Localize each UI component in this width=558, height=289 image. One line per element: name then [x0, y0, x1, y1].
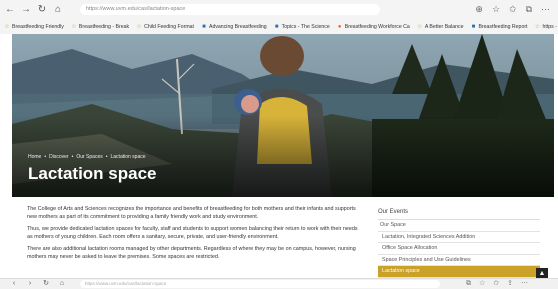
bookmark-item[interactable]: ■ Advancing Breastfeeding — [201, 24, 267, 30]
hero-banner: Home • Discover • Our Spaces • Lactation space… — [12, 34, 554, 197]
body-paragraph: Thus, we provide dedicated lactation spa… — [27, 226, 358, 240]
forward-icon[interactable]: → — [20, 0, 32, 19]
bottom-url-bar[interactable]: https://www.uvm.edu/cas/lactation-space — [80, 280, 440, 288]
bookmark-label: Topics - The Science — [281, 23, 330, 30]
breadcrumb: Home • Discover • Our Spaces • Lactation space — [28, 154, 157, 160]
breadcrumb-separator: • — [71, 154, 74, 160]
favorites-icon-bottom[interactable]: ✩ — [493, 279, 499, 289]
star-icon: ☆ — [534, 23, 541, 30]
bottom-actions: ⧉ ☆ ✩ ⇪ ⋯ — [466, 279, 528, 289]
bookmark-star-icon[interactable]: ☆ — [492, 4, 500, 15]
bookmark-item[interactable]: ● Breastfeeding Workforce Ca — [337, 24, 410, 30]
bookmark-item[interactable]: ☆ A Better Balance — [417, 23, 464, 30]
forward-icon-bottom[interactable]: › — [24, 279, 36, 289]
more-icon[interactable]: ⋯ — [521, 279, 528, 289]
url-bar[interactable]: https://www.uvm.edu/cas/lactation-space — [80, 4, 380, 15]
body-paragraph: There are also additional lactation room… — [27, 246, 356, 260]
star-icon: ☆ — [71, 23, 77, 30]
breadcrumb-separator: • — [105, 154, 108, 160]
bookmark-label: Advancing Breastfeeding — [208, 23, 267, 30]
star-icon: ☆ — [4, 23, 10, 30]
sidebar-heading[interactable]: Our Events — [378, 207, 540, 220]
breadcrumb-link[interactable]: Home — [28, 154, 41, 160]
favorites-icon[interactable]: ✩ — [509, 4, 517, 15]
star-icon[interactable]: ☆ — [479, 279, 485, 289]
page-title: Lactation space — [28, 164, 157, 183]
breadcrumb-separator: • — [44, 154, 47, 160]
bookmark-item[interactable]: ■ Topics - The Science — [274, 24, 330, 30]
zoom-icon[interactable]: ⊕ — [475, 4, 483, 15]
home-icon[interactable]: ⌂ — [52, 0, 64, 19]
reload-icon[interactable]: ↻ — [36, 0, 48, 19]
bookmark-label: Breastfeeding - Break — [78, 23, 130, 30]
browser-actions: ⊕ ☆ ✩ ⧉ ⋯ — [475, 0, 550, 19]
breadcrumb-link: Lactation space — [110, 154, 146, 160]
main-content: The College of Arts and Sciences recogni… — [27, 206, 362, 266]
bookmark-label: https - www.workplaces — [542, 23, 558, 30]
circle-icon: ● — [337, 23, 342, 30]
bottom-browser-bar: ‹ › ↻ ⌂ https://www.uvm.edu/cas/lactatio… — [0, 278, 558, 289]
star-icon: ☆ — [417, 23, 423, 30]
tab-icon[interactable]: ⧉ — [466, 279, 471, 289]
bookmark-label: Breastfeeding Friendly — [12, 23, 64, 30]
menu-icon[interactable]: ⋯ — [541, 4, 550, 15]
body-paragraph: The College of Arts and Sciences recogni… — [27, 206, 356, 220]
bookmark-icon: ■ — [274, 23, 279, 30]
hero-text: Home • Discover • Our Spaces • Lactation space… — [28, 154, 157, 184]
back-icon-bottom[interactable]: ‹ — [8, 279, 20, 289]
bookmark-item[interactable]: ■ Breastfeeding Report — [470, 23, 528, 30]
bookmark-icon: ■ — [202, 23, 206, 30]
bookmark-label: Child Feeding Format — [144, 23, 194, 30]
bookmark-label: A Better Balance — [424, 23, 464, 30]
bookmark-item[interactable]: ☆https - www.workplaces — [535, 24, 558, 30]
bookmark-item[interactable]: ☆ Child Feeding Format — [136, 24, 194, 30]
back-icon[interactable]: ← — [4, 0, 16, 19]
collections-icon[interactable]: ⧉ — [526, 4, 532, 15]
breadcrumb-link[interactable]: Discover — [49, 154, 68, 160]
bookmark-item[interactable]: ☆ Breastfeeding - Break — [71, 24, 129, 30]
bookmark-label: Breastfeeding Report — [478, 23, 528, 30]
home-icon-bottom[interactable]: ⌂ — [56, 279, 68, 289]
browser-chrome: ← → ↻ ⌂ https://www.uvm.edu/cas/lactatio… — [0, 0, 558, 34]
sidebar-item[interactable]: Office Space Allocation — [378, 243, 540, 255]
bookmark-label: Breastfeeding Workforce Ca — [344, 23, 410, 30]
star-icon: ☆ — [136, 23, 142, 30]
share-icon[interactable]: ⇪ — [507, 279, 513, 289]
sidebar-items: Our Space Lactation, Integrated Sciences … — [378, 220, 540, 278]
bookmarks-bar: ☆ Breastfeeding Friendly ☆ Breastfeeding - … — [0, 20, 558, 33]
reload-icon-bottom[interactable]: ↻ — [40, 279, 52, 289]
breadcrumb-link[interactable]: Our Spaces — [76, 154, 102, 160]
sidebar-item[interactable]: Lactation, Integrated Sciences Addition — [378, 232, 540, 243]
sidebar-nav: Our Events Our Space Lactation, Integrate… — [378, 207, 540, 278]
sidebar-item[interactable]: Our Space — [378, 220, 540, 232]
sidebar-item[interactable]: Space Principles and Use Guidelines — [378, 255, 540, 266]
address-row: ← → ↻ ⌂ https://www.uvm.edu/cas/lactatio… — [0, 0, 558, 19]
bookmark-item[interactable]: ☆ Breastfeeding Friendly — [4, 24, 64, 30]
bookmark-icon: ■ — [471, 23, 476, 30]
sidebar-item[interactable]: Lactation space — [378, 266, 540, 278]
